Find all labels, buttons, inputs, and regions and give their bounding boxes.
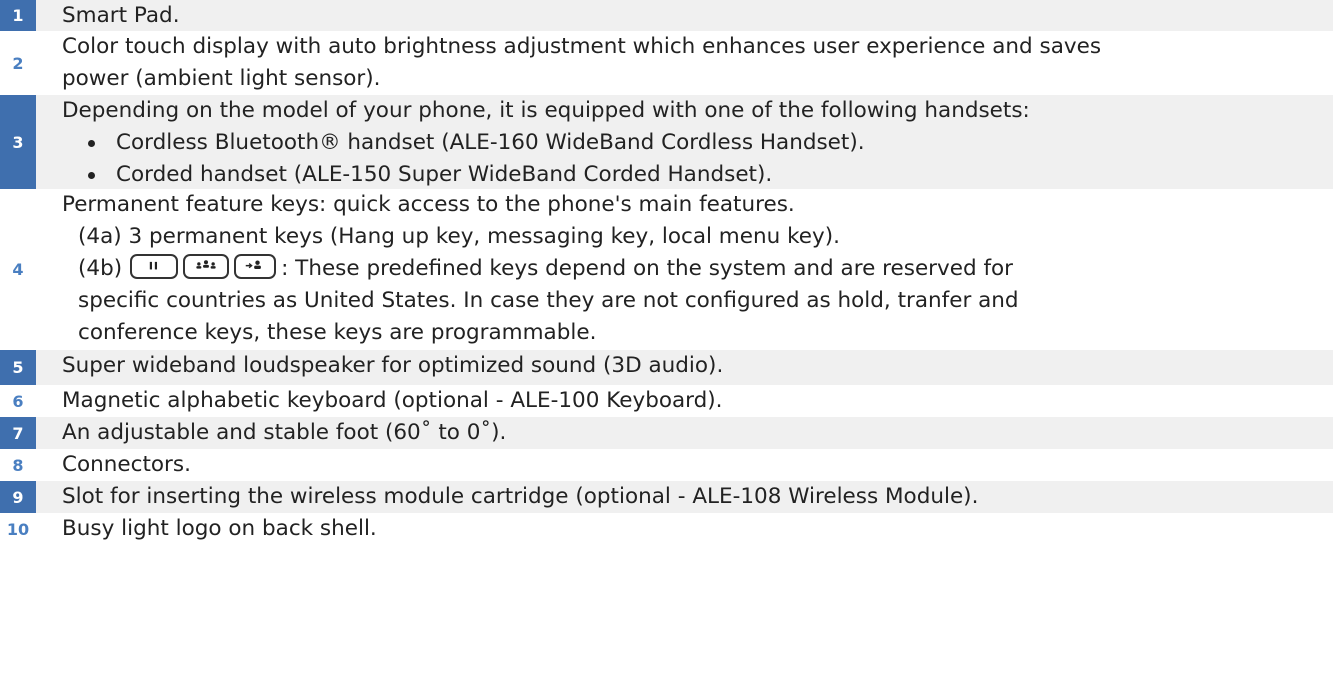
row-description: Slot for inserting the wireless module c…	[36, 481, 1333, 513]
bullet-text: Corded handset (ALE-150 Super WideBand C…	[116, 162, 773, 187]
bullet-item: Corded handset (ALE-150 Super WideBand C…	[62, 159, 1333, 191]
row-description: Color touch display with auto brightness…	[36, 31, 1333, 95]
row-text-line: Color touch display with auto brightness…	[62, 34, 1102, 59]
row-description: Depending on the model of your phone, it…	[36, 95, 1333, 189]
table-row: 3 Depending on the model of your phone, …	[0, 95, 1333, 189]
row-text-line: power (ambient light sensor).	[62, 66, 381, 91]
hold-key-icon	[130, 253, 179, 279]
row-number: 10	[6, 519, 30, 539]
row-description: Permanent feature keys: quick access to …	[36, 189, 1333, 350]
row-description: Smart Pad.	[36, 0, 1333, 31]
item-4b: (4b) : These predefined keys depend on th…	[62, 253, 1333, 285]
row-number: 6	[12, 391, 24, 411]
table-row: 5 Super wideband loudspeaker for optimiz…	[0, 350, 1333, 385]
row-text: Slot for inserting the wireless module c…	[62, 484, 979, 509]
bullet-icon	[88, 172, 95, 179]
table-row: 8 Connectors.	[0, 449, 1333, 481]
conference-key-icon	[183, 253, 230, 279]
row-description: Super wideband loudspeaker for optimized…	[36, 350, 1333, 385]
row-intro: Depending on the model of your phone, it…	[62, 98, 1030, 123]
item-4b-prefix: (4b)	[78, 256, 123, 281]
table-row: 9 Slot for inserting the wireless module…	[0, 481, 1333, 513]
row-number: 5	[0, 350, 36, 385]
row-text: Busy light logo on back shell.	[62, 516, 377, 541]
row-number: 1	[0, 0, 36, 31]
item-4b-continued: conference keys, these keys are programm…	[78, 320, 597, 345]
item-4b-continued: specific countries as United States. In …	[78, 288, 1019, 313]
row-text: An adjustable and stable foot (60˚ to 0˚…	[62, 420, 507, 445]
row-description: An adjustable and stable foot (60˚ to 0˚…	[36, 417, 1333, 449]
table-row: 7 An adjustable and stable foot (60˚ to …	[0, 417, 1333, 449]
row-number: 7	[0, 417, 36, 449]
row-text: Smart Pad.	[62, 3, 180, 28]
bullet-text: Cordless Bluetooth® handset (ALE-160 Wid…	[116, 130, 865, 155]
table-row: 6 Magnetic alphabetic keyboard (optional…	[0, 385, 1333, 417]
row-number: 8	[12, 455, 24, 475]
transfer-key-icon	[234, 253, 277, 279]
table-row: 2 Color touch display with auto brightne…	[0, 31, 1333, 95]
row-text: Super wideband loudspeaker for optimized…	[62, 353, 724, 378]
row-intro: Permanent feature keys: quick access to …	[62, 192, 795, 217]
bullet-icon	[88, 140, 95, 147]
table-row: 1 Smart Pad.	[0, 0, 1333, 31]
row-number: 3	[0, 95, 36, 189]
row-description: Magnetic alphabetic keyboard (optional -…	[36, 385, 1333, 417]
row-text: Connectors.	[62, 452, 191, 477]
row-description: Connectors.	[36, 449, 1333, 481]
feature-table: 1 Smart Pad. 2 Color touch display with …	[0, 0, 1333, 679]
bullet-item: Cordless Bluetooth® handset (ALE-160 Wid…	[62, 127, 1333, 159]
row-number: 2	[12, 53, 24, 73]
row-text: Magnetic alphabetic keyboard (optional -…	[62, 388, 723, 413]
row-description: Busy light logo on back shell.	[36, 513, 1333, 545]
row-number: 4	[12, 260, 24, 279]
table-row: 10 Busy light logo on back shell.	[0, 513, 1333, 545]
row-number: 9	[0, 481, 36, 513]
table-row: 4 Permanent feature keys: quick access t…	[0, 189, 1333, 350]
item-4b-text: : These predefined keys depend on the sy…	[281, 256, 1014, 281]
item-4a: (4a) 3 permanent keys (Hang up key, mess…	[78, 224, 840, 249]
